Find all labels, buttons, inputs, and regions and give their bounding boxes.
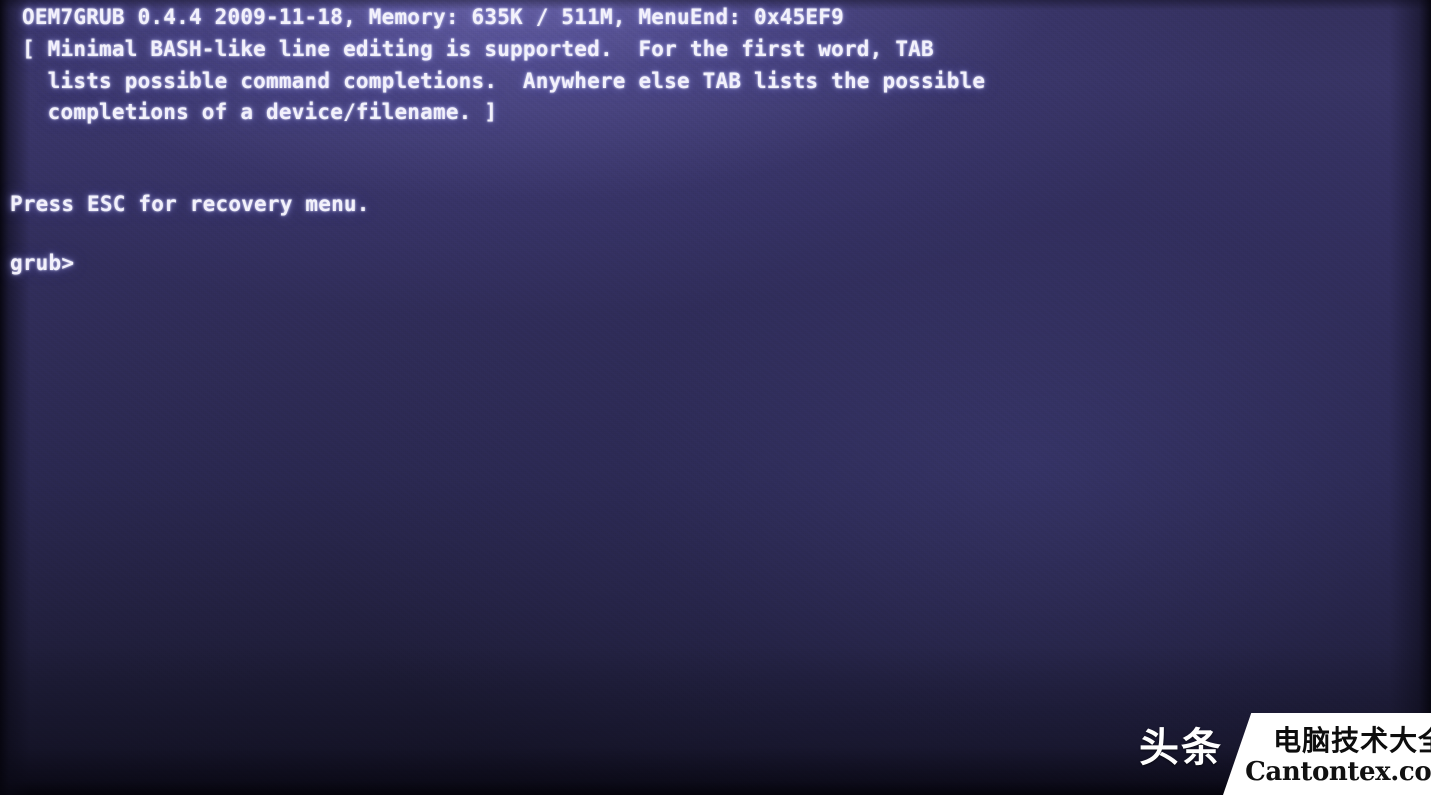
grub-help-line-3: completions of a device/filename. ] [22,100,498,124]
grub-help-line-2: lists possible command completions. Anyw… [22,69,986,93]
grub-prompt[interactable]: grub> [10,250,74,276]
grub-console[interactable]: OEM7GRUB 0.4.4 2009-11-18, Memory: 635K … [0,0,1431,795]
grub-banner-line: OEM7GRUB 0.4.4 2009-11-18, Memory: 635K … [22,5,844,29]
watermark-label-banner: 电脑技术大全 Cantontex.com.cn [1223,713,1431,795]
grub-help-line-1: [ Minimal BASH-like line editing is supp… [22,37,934,61]
watermark-label-url: Cantontex.com.cn [1245,757,1431,787]
crt-screen: OEM7GRUB 0.4.4 2009-11-18, Memory: 635K … [0,0,1431,795]
watermark-brand-text: 头条 [1139,725,1223,771]
watermark-label-title: 电脑技术大全 [1273,724,1431,757]
watermark: 头条 @ 电脑技术大全 Cantontex.com.cn [1131,709,1431,795]
recovery-menu-notice: Press ESC for recovery menu. [10,192,370,216]
